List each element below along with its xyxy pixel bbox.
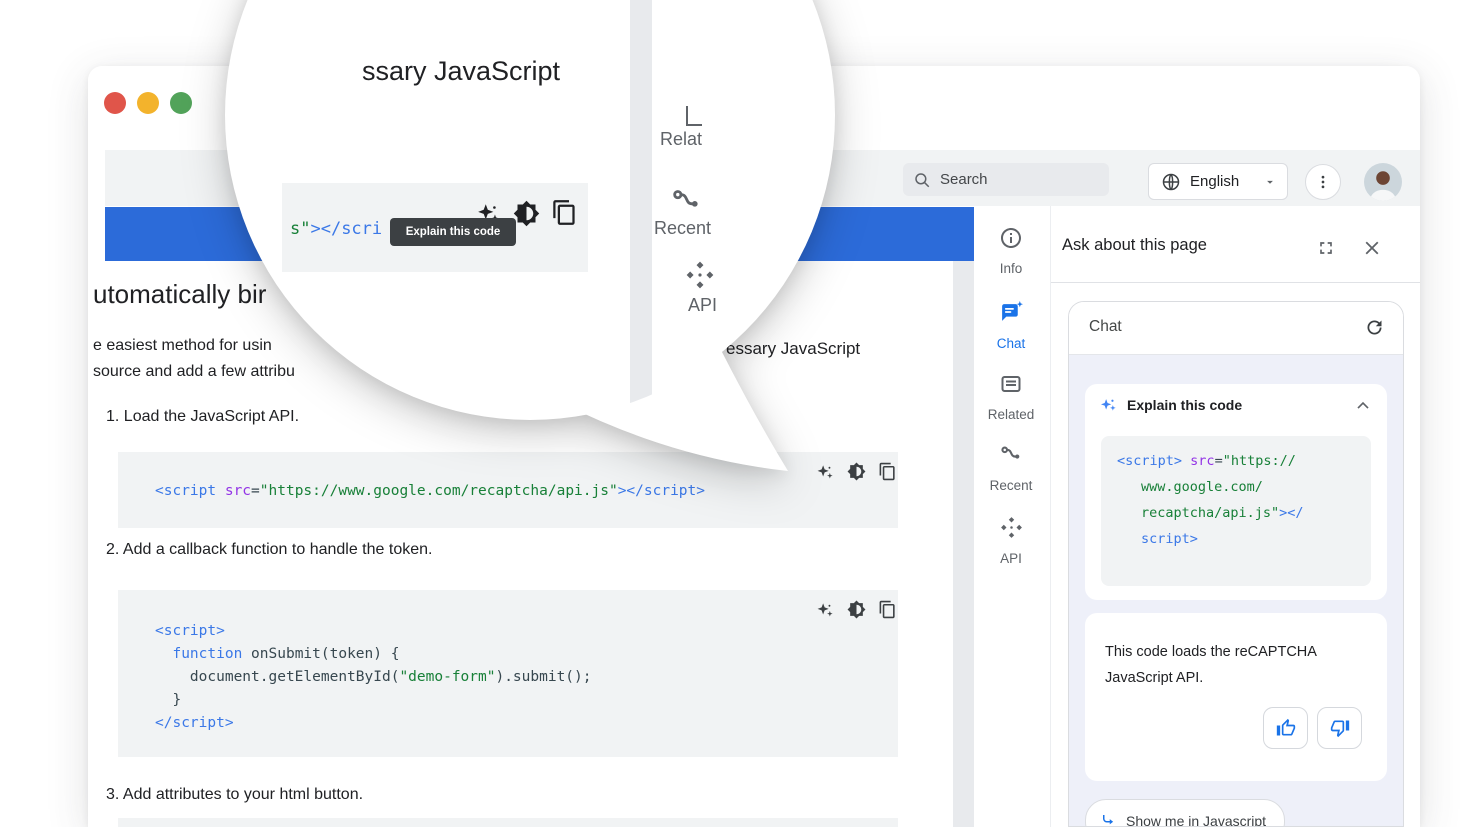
chat-card-header: Chat [1069, 302, 1403, 355]
theme-contrast-icon [847, 462, 866, 481]
answer-text: This code loads the reCAPTCHA JavaScript… [1105, 639, 1357, 691]
code-theme-toggle-button[interactable] [847, 462, 866, 481]
panel-divider [1051, 282, 1420, 283]
code-block-1-code: <script src="https://www.google.com/reca… [155, 480, 705, 503]
intro-text-line1: e easiest method for usin [93, 337, 272, 355]
explain-request-code: <script> src="https://www.google.com/rec… [1101, 436, 1371, 586]
rail-item-label: API [973, 551, 1049, 566]
rail-item-label: Related [973, 407, 1049, 422]
page-scrollbar[interactable] [953, 261, 974, 827]
close-panel-button[interactable] [1361, 237, 1383, 259]
explain-code-button[interactable] [816, 601, 835, 620]
explain-request-title: Explain this code [1127, 397, 1242, 413]
rail-item-info[interactable]: Info [973, 226, 1049, 276]
section-heading: essary JavaScript [726, 339, 860, 359]
step-1: 1. Load the JavaScript API. [106, 408, 299, 426]
answer-card: This code loads the reCAPTCHA JavaScript… [1085, 613, 1387, 781]
rail-divider [1050, 206, 1051, 827]
copy-icon [878, 600, 897, 619]
ai-sparkle-icon [1099, 396, 1118, 415]
rail-item-api[interactable]: API [973, 515, 1049, 566]
more-vert-icon [1314, 173, 1332, 191]
language-selector[interactable]: English [1148, 163, 1288, 200]
window-close-button[interactable] [104, 92, 126, 114]
window-zoom-button[interactable] [170, 92, 192, 114]
thumbs-down-button[interactable] [1317, 707, 1362, 749]
avatar[interactable] [1364, 163, 1402, 201]
thumb-down-icon [1330, 718, 1350, 738]
suggestion-chip-label: Show me in Javascript [1126, 813, 1266, 827]
chevron-up-icon [1353, 396, 1373, 416]
rail-item-label: Recent [973, 478, 1049, 493]
code-block-3 [118, 818, 898, 827]
ai-sparkle-icon [816, 601, 835, 620]
thumb-up-icon [1276, 718, 1296, 738]
intro-text-line2: source and add a few attribu [93, 363, 295, 381]
language-label: English [1190, 173, 1239, 190]
api-icon [999, 515, 1024, 540]
chat-sparkle-icon [999, 300, 1024, 325]
screenshot-stage: Search English utomatically bir e easies… [0, 0, 1470, 827]
copy-code-button[interactable] [878, 600, 897, 619]
window-minimize-button[interactable] [137, 92, 159, 114]
rail-item-recent[interactable]: Recent [973, 442, 1049, 493]
step-3: 3. Add attributes to your html button. [106, 786, 363, 804]
caret-down-icon [1263, 175, 1277, 189]
search-input[interactable]: Search [903, 163, 1109, 196]
copy-code-button[interactable] [878, 462, 897, 481]
code-block-2-code: <script> function onSubmit(token) { docu… [155, 620, 592, 735]
globe-icon [1161, 172, 1181, 192]
chat-card: Chat Explain this code <sc [1068, 301, 1404, 827]
copy-icon [878, 462, 897, 481]
code-theme-toggle-button[interactable] [847, 600, 866, 619]
page-title: utomatically bir [93, 279, 266, 310]
ai-sparkle-icon [816, 463, 835, 482]
rail-item-related[interactable]: Related [973, 372, 1049, 422]
rail-item-label: Chat [973, 336, 1049, 351]
expand-panel-button[interactable] [1316, 238, 1336, 258]
explain-request-card: Explain this code <script> src="https://… [1085, 384, 1387, 600]
chat-card-title: Chat [1089, 318, 1122, 336]
recent-route-icon [999, 442, 1024, 467]
more-options-button[interactable] [1305, 164, 1341, 200]
close-icon [1361, 237, 1383, 259]
rail-item-label: Info [973, 261, 1049, 276]
related-article-icon [999, 372, 1023, 396]
step-2: 2. Add a callback function to handle the… [106, 541, 432, 559]
theme-contrast-icon [847, 600, 866, 619]
search-icon [913, 171, 931, 189]
reset-chat-button[interactable] [1364, 317, 1385, 338]
collapse-button[interactable] [1353, 396, 1373, 416]
suggestion-chip[interactable]: Show me in Javascript [1085, 799, 1285, 827]
redirect-arrow-icon [1100, 812, 1118, 827]
panel-title: Ask about this page [1062, 236, 1207, 255]
page-banner [105, 207, 974, 261]
search-placeholder: Search [940, 171, 988, 188]
refresh-icon [1364, 317, 1385, 338]
thumbs-up-button[interactable] [1263, 707, 1308, 749]
info-icon [999, 226, 1023, 250]
fullscreen-icon [1316, 238, 1336, 258]
rail-item-chat[interactable]: Chat [973, 300, 1049, 351]
explain-code-button[interactable] [816, 463, 835, 482]
